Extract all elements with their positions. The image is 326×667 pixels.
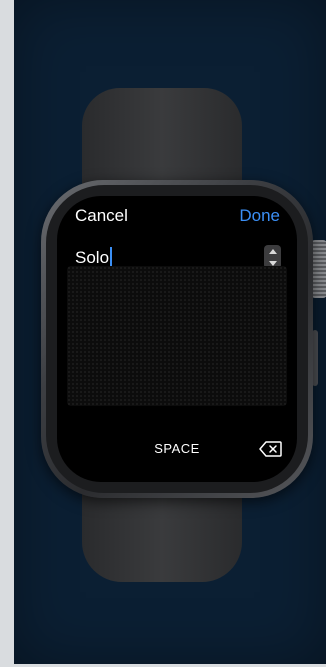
arrow-down-icon [268,260,277,266]
text-input-value: Solo [75,248,110,267]
scribble-input-area[interactable] [67,266,287,406]
watch-screen: Cancel Done Solo SPACE [57,196,297,482]
digital-crown[interactable] [311,240,326,298]
cancel-button[interactable]: Cancel [75,206,128,226]
delete-icon[interactable] [259,440,283,458]
done-button[interactable]: Done [239,206,280,226]
arrow-up-icon [268,248,277,254]
